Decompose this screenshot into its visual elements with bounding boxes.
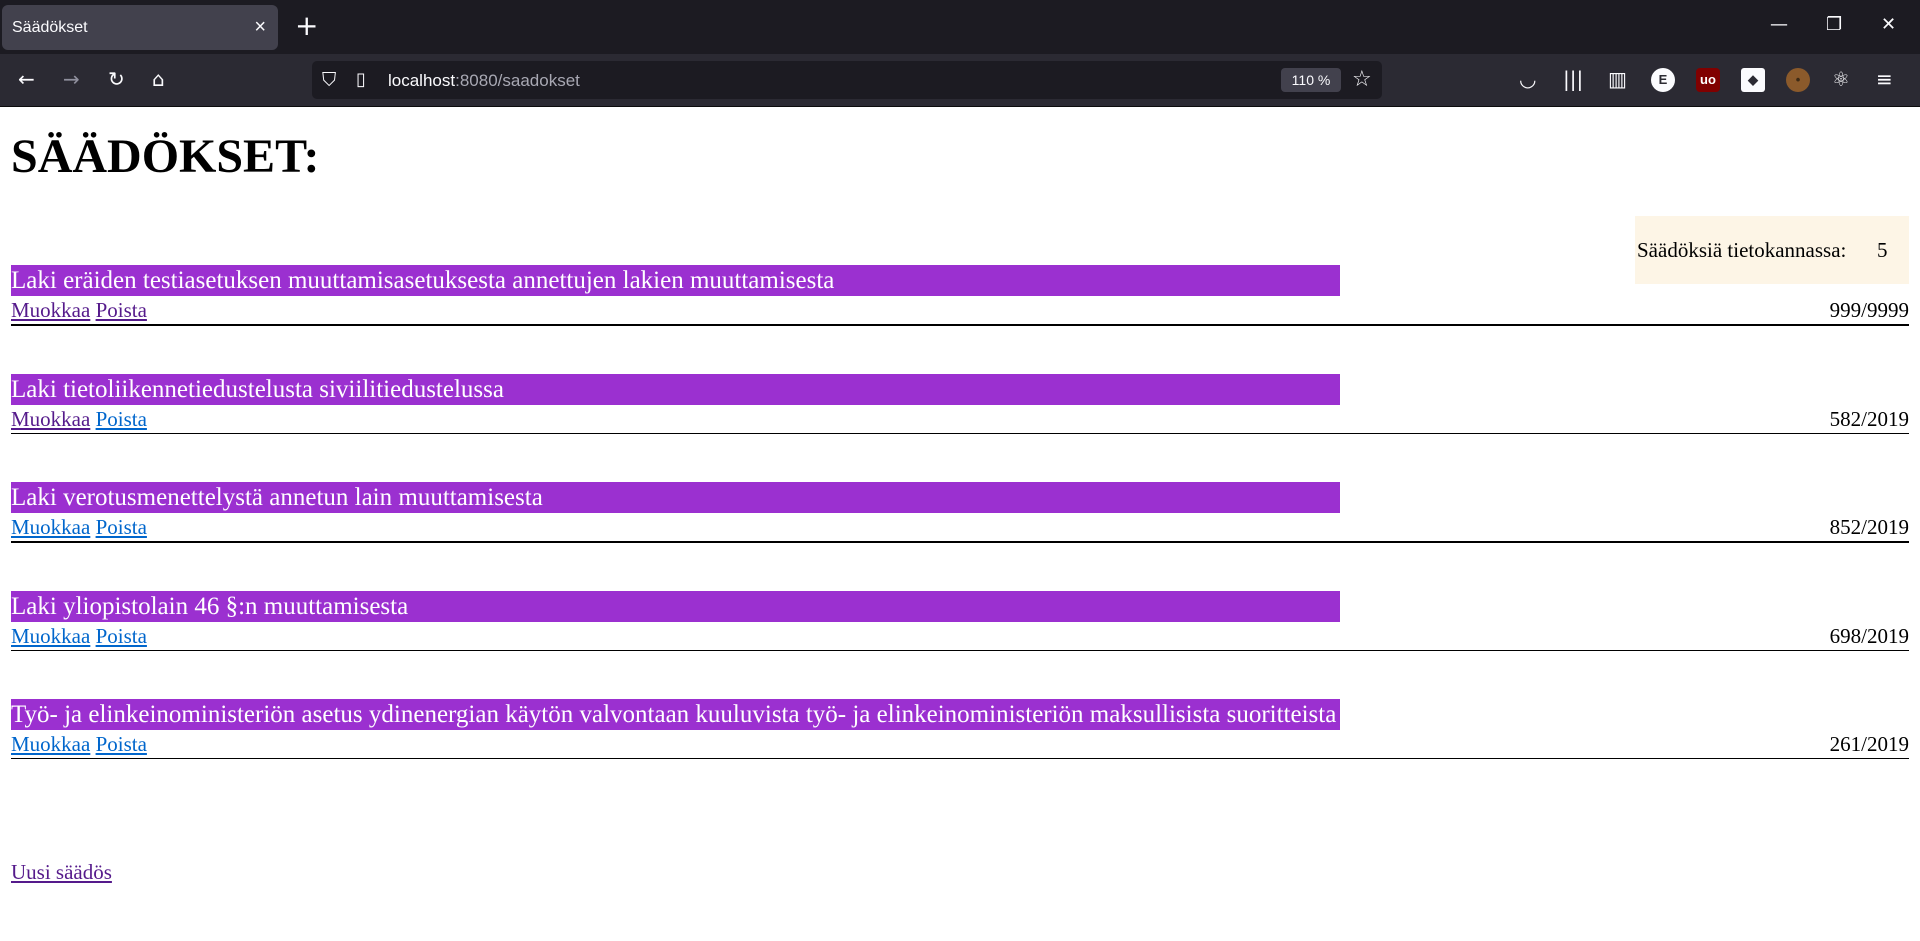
forward-icon[interactable]: → — [63, 68, 80, 90]
zoom-indicator[interactable]: 110 % — [1281, 68, 1341, 92]
ublock-icon[interactable]: uo — [1696, 68, 1720, 92]
delete-link[interactable]: Poista — [96, 732, 147, 756]
home-icon[interactable]: ⌂ — [152, 68, 165, 90]
law-number: 999/9999 — [1829, 298, 1909, 322]
nav-bar: ← → ↻ ⌂ ⛉ ▯ localhost:8080/saadokset 110… — [0, 54, 1920, 107]
close-tab-icon[interactable]: × — [254, 16, 266, 39]
minimize-icon[interactable]: — — [1770, 14, 1788, 35]
delete-link[interactable]: Poista — [96, 624, 147, 648]
tracking-protection-icon[interactable]: ⛉ — [322, 69, 336, 91]
edit-link[interactable]: Muokkaa — [11, 515, 90, 539]
menu-icon[interactable]: ≡ — [1876, 68, 1893, 90]
reload-icon[interactable]: ↻ — [108, 68, 125, 90]
restore-icon[interactable]: ❐ — [1826, 14, 1842, 35]
edit-link[interactable]: Muokkaa — [11, 732, 90, 756]
law-number: 698/2019 — [1829, 624, 1909, 648]
url-path: :8080/saadokset — [455, 71, 580, 90]
page-content: SÄÄDÖKSET: Säädöksiä tietokannassa: 5 La… — [0, 107, 1920, 941]
bookmark-star-icon[interactable]: ☆ — [1352, 67, 1372, 92]
delete-link[interactable]: Poista — [96, 298, 147, 322]
divider — [11, 541, 1909, 543]
close-window-icon[interactable]: ✕ — [1881, 14, 1896, 35]
divider — [11, 324, 1909, 326]
law-title: Laki tietoliikennetiedustelusta siviilit… — [11, 374, 1340, 405]
back-icon[interactable]: ← — [18, 68, 35, 90]
law-item: Laki verotusmenettelystä annetun lain mu… — [11, 482, 1909, 543]
count-label: Säädöksiä tietokannassa: — [1637, 238, 1847, 262]
law-title: Laki yliopistolain 46 §:n muuttamisesta — [11, 591, 1340, 622]
delete-link[interactable]: Poista — [96, 407, 147, 431]
law-title: Työ- ja elinkeinoministeriön asetus ydin… — [11, 699, 1340, 730]
url-text[interactable]: localhost:8080/saadokset — [388, 71, 580, 91]
law-number: 582/2019 — [1829, 407, 1909, 431]
law-title: Laki verotusmenettelystä annetun lain mu… — [11, 482, 1340, 513]
tab-title: Säädökset — [12, 19, 88, 36]
delete-link[interactable]: Poista — [96, 515, 147, 539]
law-number: 261/2019 — [1829, 732, 1909, 756]
law-item: Laki eräiden testiasetuksen muuttamisase… — [11, 265, 1909, 326]
sidebar-icon[interactable]: ▥ — [1608, 68, 1627, 90]
law-item: Laki yliopistolain 46 §:n muuttamisesta … — [11, 591, 1909, 651]
page-info-icon[interactable]: ▯ — [356, 69, 366, 90]
cookie-icon[interactable]: • — [1786, 68, 1810, 92]
url-host: localhost — [388, 71, 456, 90]
page-title: SÄÄDÖKSET: — [11, 130, 320, 183]
react-icon[interactable]: ⚛ — [1832, 68, 1850, 90]
library-icon[interactable]: ||| — [1563, 68, 1583, 90]
law-title: Laki eräiden testiasetuksen muuttamisase… — [11, 265, 1340, 296]
divider — [11, 433, 1909, 434]
new-law-link[interactable]: Uusi säädös — [11, 860, 112, 885]
new-tab-button[interactable]: + — [295, 12, 318, 40]
edit-link[interactable]: Muokkaa — [11, 407, 90, 431]
count-value: 5 — [1877, 238, 1888, 262]
edit-link[interactable]: Muokkaa — [11, 624, 90, 648]
browser-tab[interactable]: Säädökset × — [2, 5, 278, 50]
divider — [11, 650, 1909, 651]
law-item: Työ- ja elinkeinoministeriön asetus ydin… — [11, 699, 1909, 759]
law-item: Laki tietoliikennetiedustelusta siviilit… — [11, 374, 1909, 434]
law-number: 852/2019 — [1829, 515, 1909, 539]
edit-link[interactable]: Muokkaa — [11, 298, 90, 322]
extension-icon[interactable]: ◆ — [1741, 68, 1765, 92]
e-extension-icon[interactable]: E — [1651, 68, 1675, 92]
tab-bar: Säädökset × + — ❐ ✕ — [0, 0, 1920, 54]
divider — [11, 758, 1909, 759]
pocket-icon[interactable]: ◡ — [1519, 68, 1536, 90]
url-bar[interactable]: ⛉ ▯ localhost:8080/saadokset 110 % ☆ — [312, 61, 1382, 99]
